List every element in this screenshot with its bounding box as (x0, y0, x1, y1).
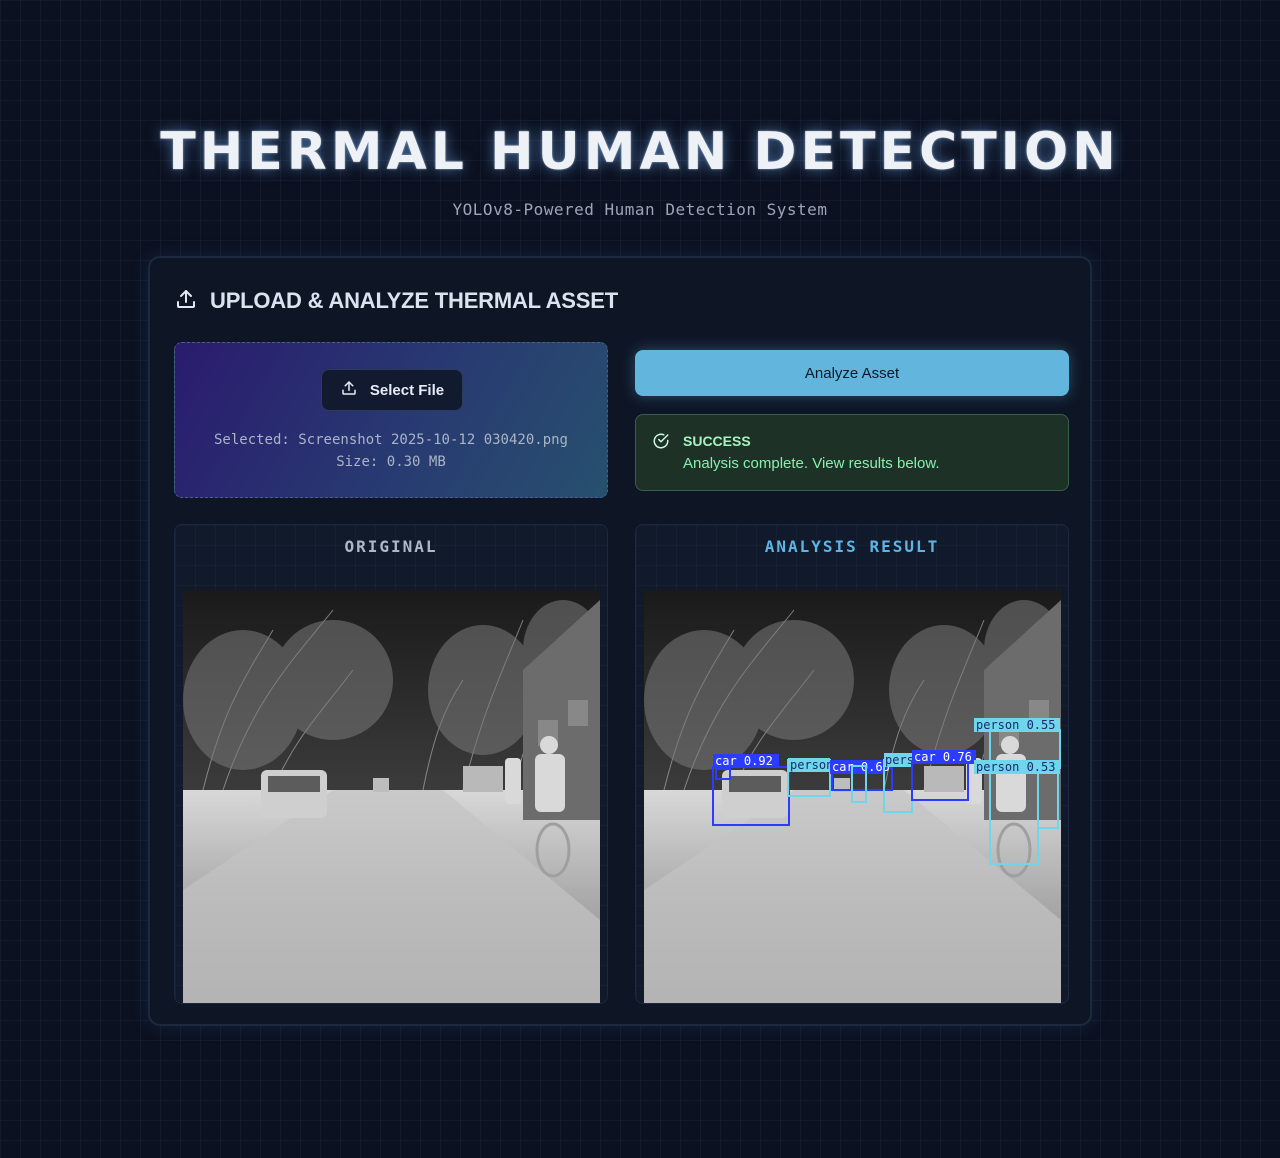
selected-file-name: Selected: Screenshot 2025-10-12 030420.p… (213, 432, 568, 448)
original-label: ORIGINAL (344, 537, 438, 556)
result-thermal-image: car 0.92 person car 0.65 pers car 0.76 p… (644, 590, 1061, 1003)
status-title: SUCCESS (683, 433, 751, 449)
panel-title: UPLOAD & ANALYZE THERMAL ASSET (210, 288, 618, 313)
result-label: ANALYSIS RESULT (764, 537, 940, 556)
result-image-card: ANALYSIS RESULT car 0.92 person car 0.65… (635, 524, 1069, 1004)
file-info: Selected: Screenshot 2025-10-12 030420.p… (175, 429, 607, 473)
upload-panel: UPLOAD & ANALYZE THERMAL ASSET Select Fi… (148, 256, 1092, 1026)
upload-icon (174, 287, 198, 315)
detection-label: car 0.76 (914, 750, 972, 764)
selected-file-size: Size: 0.30 MB (336, 454, 446, 470)
detection-label: person 0.53 (976, 760, 1055, 774)
detection-label: person 0.55 (976, 718, 1055, 732)
status-alert: SUCCESS Analysis complete. View results … (635, 414, 1069, 491)
analyze-asset-button[interactable]: Analyze Asset (635, 350, 1069, 396)
page-title: THERMAL HUMAN DETECTION (160, 122, 1120, 182)
original-image-card: ORIGINAL (174, 524, 608, 1004)
select-file-label: Select File (369, 381, 445, 399)
detection-label: pers (885, 753, 914, 767)
detection-label: car 0.92 (715, 754, 773, 768)
original-thermal-image (183, 590, 600, 1003)
select-file-button[interactable]: Select File (321, 369, 463, 411)
upload-icon (340, 379, 358, 401)
panel-header: UPLOAD & ANALYZE THERMAL ASSET (174, 286, 618, 316)
page-subtitle: YOLOv8-Powered Human Detection System (452, 200, 828, 219)
detection-label: person (790, 758, 833, 772)
status-message: Analysis complete. View results below. (683, 455, 940, 472)
file-dropzone[interactable]: Select File Selected: Screenshot 2025-10… (174, 342, 608, 498)
